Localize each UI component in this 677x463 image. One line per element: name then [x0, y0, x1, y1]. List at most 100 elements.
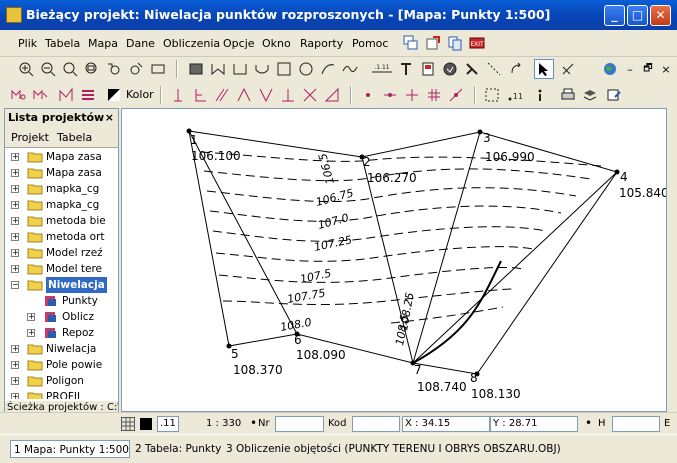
expand-toggle-icon[interactable]: + [27, 313, 35, 321]
measure-tool-icon[interactable] [558, 59, 578, 79]
mdi-close-icon[interactable]: × [656, 59, 676, 79]
zoom-out-icon[interactable] [38, 59, 58, 79]
offset-tool-icon[interactable] [190, 85, 210, 105]
menu-tabela[interactable]: Tabela [45, 37, 80, 50]
survey-point-marker[interactable] [477, 129, 483, 135]
circle-tool-icon[interactable] [296, 59, 316, 79]
tree-item[interactable]: + Mapa zasa [5, 149, 118, 165]
layers-stack-icon[interactable] [580, 85, 600, 105]
menu-opcje[interactable]: Opcje [223, 37, 255, 50]
task-table[interactable]: 2 Tabela: Punkty [135, 440, 221, 458]
tab-projekt[interactable]: Projekt [11, 131, 49, 144]
tree-item[interactable]: + metoda ort [5, 229, 118, 245]
tab-tabela[interactable]: Tabela [57, 131, 92, 144]
cross-point-icon[interactable] [402, 85, 422, 105]
redraw-icon[interactable] [148, 59, 168, 79]
dimension-tool-icon[interactable]: .1.11 [368, 59, 396, 79]
export-icon[interactable] [423, 33, 443, 53]
tree-item[interactable]: + Oblicz [5, 309, 118, 325]
angle-tool-icon[interactable] [234, 85, 254, 105]
chart-tool-icon[interactable] [56, 85, 76, 105]
tree-item[interactable]: + Poligon [5, 373, 118, 389]
point-number-icon[interactable]: 11 [504, 85, 526, 105]
double-point-icon[interactable] [424, 85, 444, 105]
curve-tool-icon[interactable] [318, 59, 338, 79]
rotate-tool-icon[interactable] [506, 59, 526, 79]
tree-item[interactable]: + Model rzeź [5, 245, 118, 261]
survey-point-marker[interactable] [614, 169, 620, 175]
mdi-restore-icon[interactable]: 🗗 [638, 59, 658, 79]
tree-item[interactable]: + Mapa zasa [5, 165, 118, 181]
color-swatch-icon[interactable] [104, 85, 124, 105]
expand-toggle-icon[interactable]: + [27, 329, 35, 337]
layers-icon[interactable] [78, 85, 98, 105]
expand-toggle-icon[interactable]: + [11, 153, 19, 161]
spline-tool-icon[interactable] [340, 59, 360, 79]
menu-dane[interactable]: Dane [126, 37, 155, 50]
menu-pomoc[interactable]: Pomoc [352, 37, 388, 50]
fill-tool-icon[interactable] [440, 59, 460, 79]
rectangle-tool-icon[interactable] [230, 59, 250, 79]
tree-item[interactable]: + Repoz [5, 325, 118, 341]
exit-icon[interactable]: EXIT [467, 33, 487, 53]
zoom-in-icon[interactable] [16, 59, 36, 79]
expand-toggle-icon[interactable]: + [11, 393, 19, 399]
nr-input[interactable] [275, 416, 324, 432]
trim-tool-icon[interactable] [484, 59, 504, 79]
fill-color-icon[interactable] [140, 418, 152, 430]
diagonal-point-icon[interactable] [446, 85, 466, 105]
copy-icon[interactable] [445, 33, 465, 53]
tree-item[interactable]: + Model tere [5, 261, 118, 277]
marker-edit-icon[interactable] [30, 85, 50, 105]
cascade-windows-icon[interactable] [401, 33, 421, 53]
info-icon[interactable] [530, 85, 550, 105]
expand-toggle-icon[interactable]: + [11, 361, 19, 369]
intersect-tool-icon[interactable] [300, 85, 320, 105]
bisect-tool-icon[interactable] [256, 85, 276, 105]
tree-item[interactable]: + metoda bie [5, 213, 118, 229]
zoom-window-icon[interactable] [82, 59, 102, 79]
station-tool-icon[interactable] [168, 85, 188, 105]
expand-toggle-icon[interactable]: + [11, 201, 19, 209]
expand-toggle-icon[interactable]: + [11, 233, 19, 241]
tree-item[interactable]: + PROFIL [5, 389, 118, 399]
map-canvas[interactable]: 1 106.100 2 106.270 3 106.990 4 105.840 5 108.370… [122, 109, 667, 412]
menu-obliczenia[interactable]: Obliczenia [163, 37, 220, 50]
close-button[interactable]: ✕ [650, 5, 671, 26]
parallel-tool-icon[interactable] [212, 85, 232, 105]
square-tool-icon[interactable] [274, 59, 294, 79]
expand-toggle-icon[interactable]: + [11, 265, 19, 273]
map-vertical-scrollbar[interactable] [667, 108, 677, 412]
task-volume-calc[interactable]: 3 Obliczenie objętości (PUNKTY TERENU I … [226, 440, 561, 458]
tree-item[interactable]: − Niwelacja [5, 277, 118, 293]
color-label[interactable]: Kolor [126, 88, 154, 101]
arc-tool-icon[interactable] [252, 59, 272, 79]
menu-raporty[interactable]: Raporty [300, 37, 343, 50]
menu-mapa[interactable]: Mapa [88, 37, 118, 50]
print-icon[interactable] [558, 85, 578, 105]
tree-item[interactable]: + mapka_cg [5, 181, 118, 197]
menu-plik[interactable]: Plik [18, 37, 37, 50]
precision-field[interactable]: .11 [157, 416, 179, 432]
symbol-tool-icon[interactable] [418, 59, 438, 79]
expand-toggle-icon[interactable]: + [11, 169, 19, 177]
grid-icon[interactable] [121, 417, 135, 431]
expand-toggle-icon[interactable]: − [11, 281, 19, 289]
expand-toggle-icon[interactable]: + [11, 377, 19, 385]
pan-icon[interactable] [126, 59, 146, 79]
select-arrow-icon[interactable] [534, 59, 554, 79]
mdi-minimize-icon[interactable]: – [620, 59, 640, 79]
maximize-button[interactable]: □ [627, 5, 648, 26]
map-view[interactable]: 1 106.100 2 106.270 3 106.990 4 105.840 5 108.370… [121, 108, 667, 412]
polyline-tool-icon[interactable] [208, 59, 228, 79]
expand-toggle-icon[interactable]: + [11, 185, 19, 193]
menu-okno[interactable]: Okno [262, 37, 291, 50]
area-tool-icon[interactable] [322, 85, 342, 105]
line-point-icon[interactable] [380, 85, 400, 105]
selection-box-icon[interactable] [482, 85, 502, 105]
panel-close-icon[interactable]: × [105, 109, 114, 127]
erase-tool-icon[interactable] [462, 59, 482, 79]
tree-item[interactable]: + Pole powie [5, 357, 118, 373]
expand-toggle-icon[interactable]: + [11, 217, 19, 225]
text-tool-icon[interactable] [396, 59, 416, 79]
